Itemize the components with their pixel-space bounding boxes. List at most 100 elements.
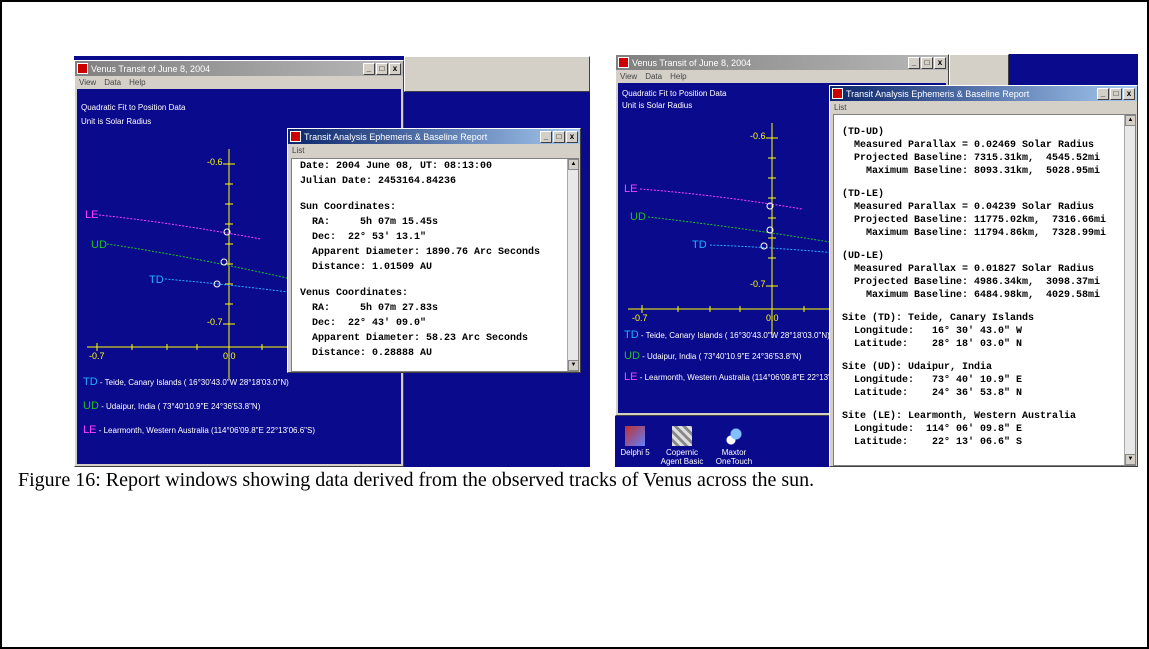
- legend-ud-code: UD: [83, 400, 99, 412]
- report-line: Measured Parallax = 0.04239 Solar Radius: [842, 202, 1095, 213]
- report-line: Distance: 1.01509 AU: [300, 262, 433, 273]
- left-main-title: Venus Transit of June 8, 2004: [91, 63, 211, 74]
- left-report-menubar: List: [288, 144, 580, 156]
- right-report-window: Transit Analysis Ephemeris & Baseline Re…: [829, 85, 1138, 467]
- x-tick-label-center: 0.0: [766, 313, 779, 323]
- ud-marker: [220, 258, 228, 266]
- report-line: Venus Coordinates:: [300, 288, 409, 299]
- report-line: Site (LE): Learmonth, Western Australia: [842, 411, 1077, 422]
- legend-ud: UD - Udaipur, India ( 73°40'10.9"E 24°36…: [83, 400, 260, 412]
- menu-list[interactable]: List: [292, 146, 304, 155]
- report-line: Measured Parallax = 0.02469 Solar Radius: [842, 140, 1095, 151]
- x-tick-label-left: -0.7: [632, 313, 648, 323]
- minimize-button[interactable]: _: [540, 130, 552, 143]
- desktop-icon-label: OneTouch: [715, 457, 753, 466]
- left-report-title: Transit Analysis Ephemeris & Baseline Re…: [304, 131, 488, 142]
- report-line: Maximum Baseline: 8093.31km, 5028.95mi: [842, 166, 1101, 177]
- x-tick-label-left: -0.7: [89, 351, 105, 361]
- minimize-button[interactable]: _: [1097, 87, 1109, 100]
- desktop-icon-label: Copernic: [665, 448, 698, 457]
- right-report-titlebar[interactable]: Transit Analysis Ephemeris & Baseline Re…: [830, 86, 1137, 101]
- report-line: Site (TD): Teide, Canary Islands: [842, 313, 1035, 324]
- report-line: RA: 5h 07m 15.45s: [300, 217, 439, 228]
- desktop-icon-copernic[interactable]: Copernic Agent Basic: [657, 426, 707, 466]
- right-main-title: Venus Transit of June 8, 2004: [632, 57, 752, 68]
- menu-data[interactable]: Data: [104, 78, 121, 87]
- left-background-window: [404, 56, 590, 92]
- report-line: (TD-LE): [842, 189, 885, 200]
- report-line: Latitude: 22° 13' 06.6" S: [842, 437, 1023, 448]
- left-screenshot: Venus Transit of June 8, 2004 _ □ x View…: [74, 56, 590, 467]
- minimize-button[interactable]: _: [363, 62, 375, 75]
- maximize-button[interactable]: □: [376, 62, 388, 75]
- report-line: Sun Coordinates:: [300, 202, 397, 213]
- minimize-button[interactable]: _: [908, 56, 920, 69]
- right-report-text-area[interactable]: (TD-UD) Measured Parallax = 0.02469 Sola…: [833, 114, 1136, 466]
- left-report-titlebar[interactable]: Transit Analysis Ephemeris & Baseline Re…: [288, 129, 580, 144]
- y-tick-label-top: -0.6: [207, 157, 223, 167]
- report-line: Apparent Diameter: 1890.76 Arc Seconds: [300, 247, 541, 258]
- left-main-titlebar[interactable]: Venus Transit of June 8, 2004 _ □ x: [75, 61, 403, 76]
- app-icon: [618, 57, 629, 68]
- left-report-window: Transit Analysis Ephemeris & Baseline Re…: [287, 128, 581, 373]
- legend-td: TD - Teide, Canary Islands ( 16°30'43.0"…: [624, 329, 830, 341]
- desktop-icon-label: Maxtor: [721, 448, 747, 457]
- td-track-label: TD: [149, 274, 164, 286]
- maximize-button[interactable]: □: [921, 56, 933, 69]
- report-line: Julian Date: 2453164.84236: [300, 176, 457, 187]
- y-tick-label-bottom: -0.7: [207, 317, 223, 327]
- desktop-icon-maxtor[interactable]: Maxtor OneTouch: [711, 426, 757, 466]
- scroll-down-arrow-icon[interactable]: ▼: [568, 360, 578, 371]
- menu-help[interactable]: Help: [670, 72, 686, 81]
- maxtor-icon: [724, 426, 744, 446]
- legend-ud-code: UD: [624, 350, 640, 362]
- report-line: Dec: 22° 53' 13.1": [300, 232, 427, 243]
- scroll-up-arrow-icon[interactable]: ▲: [1125, 115, 1135, 126]
- left-main-menubar: View Data Help: [75, 76, 403, 88]
- legend-td-code: TD: [83, 376, 98, 388]
- td-track-label: TD: [692, 239, 707, 251]
- legend-ud-text: - Udaipur, India ( 73°40'10.9"E 24°36'53…: [101, 402, 261, 411]
- maximize-button[interactable]: □: [1110, 87, 1122, 100]
- menu-view[interactable]: View: [79, 78, 96, 87]
- close-button[interactable]: x: [934, 56, 946, 69]
- close-button[interactable]: x: [566, 130, 578, 143]
- menu-list[interactable]: List: [834, 103, 846, 112]
- x-tick-label-center: 0.0: [223, 351, 236, 361]
- app-icon: [77, 63, 88, 74]
- desktop-icon-delphi[interactable]: Delphi 5: [617, 426, 653, 457]
- menu-data[interactable]: Data: [645, 72, 662, 81]
- right-main-titlebar[interactable]: Venus Transit of June 8, 2004 _ □ x: [616, 55, 948, 70]
- report-line: Projected Baseline: 4986.34km, 3098.37mi: [842, 277, 1101, 288]
- report-line: Projected Baseline: 11775.02km, 7316.66m…: [842, 215, 1107, 226]
- right-report-scrollbar[interactable]: ▲ ▼: [1124, 115, 1135, 465]
- legend-td-text: - Teide, Canary Islands ( 16°30'43.0"W 2…: [99, 378, 289, 387]
- le-track: [98, 214, 262, 240]
- scroll-up-arrow-icon[interactable]: ▲: [568, 159, 578, 170]
- app-icon: [832, 88, 843, 99]
- left-report-text-area[interactable]: Date: 2004 June 08, UT: 08:13:00 Julian …: [291, 158, 579, 372]
- right-screenshot: Venus Transit of June 8, 2004 _ □ x View…: [615, 54, 1138, 467]
- report-line: Date: 2004 June 08, UT: 08:13:00: [300, 161, 493, 172]
- report-line: Site (UD): Udaipur, India: [842, 362, 993, 373]
- menu-view[interactable]: View: [620, 72, 637, 81]
- left-report-scrollbar[interactable]: ▲ ▼: [567, 159, 578, 371]
- right-report-title: Transit Analysis Ephemeris & Baseline Re…: [846, 88, 1030, 99]
- legend-le: LE - Learmonth, Western Australia (114°0…: [624, 371, 845, 383]
- report-line: Latitude: 24° 36' 53.8" N: [842, 388, 1023, 399]
- maximize-button[interactable]: □: [553, 130, 565, 143]
- report-line: Apparent Diameter: 58.23 Arc Seconds: [300, 333, 529, 344]
- close-button[interactable]: x: [1123, 87, 1135, 100]
- close-button[interactable]: x: [389, 62, 401, 75]
- right-background-window: [949, 54, 1009, 88]
- delphi-icon: [625, 426, 645, 446]
- le-track-label: LE: [624, 183, 638, 195]
- menu-help[interactable]: Help: [129, 78, 145, 87]
- report-line: RA: 5h 07m 27.83s: [300, 303, 439, 314]
- le-track: [639, 188, 803, 210]
- ud-track: [647, 216, 837, 244]
- report-line: (TD-UD): [842, 127, 885, 138]
- scroll-down-arrow-icon[interactable]: ▼: [1125, 454, 1135, 465]
- copernic-icon: [672, 426, 692, 446]
- legend-ud-text: - Udaipur, India ( 73°40'10.9"E 24°36'53…: [642, 352, 802, 361]
